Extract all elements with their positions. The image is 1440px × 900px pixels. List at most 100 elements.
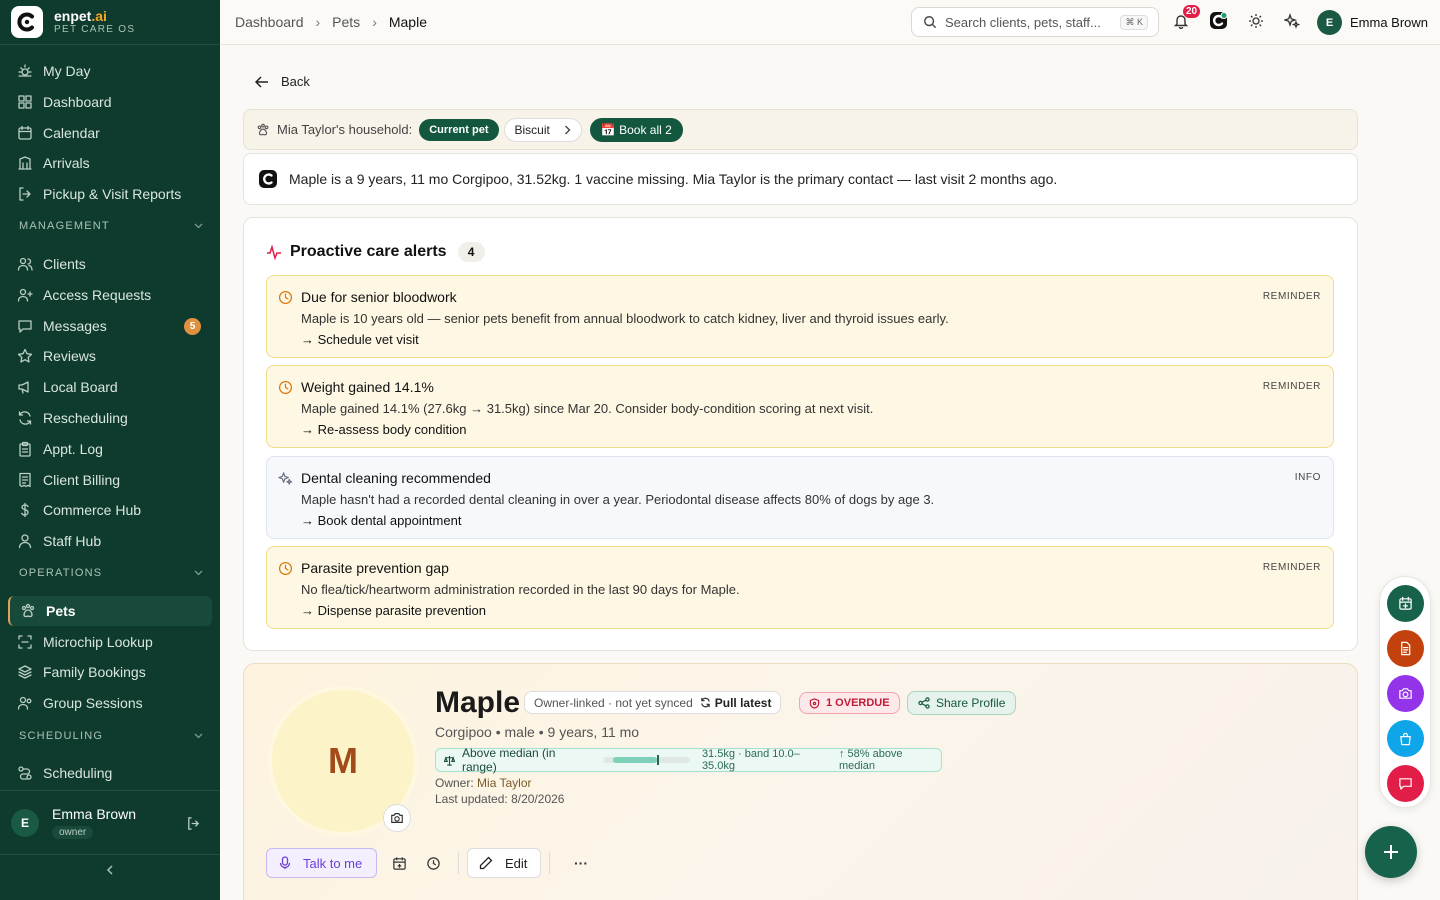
add-button[interactable]: [1365, 826, 1417, 878]
search-shortcut: ⌘ K: [1120, 15, 1148, 30]
sidebar: enpet.ai PET CARE OS My Day Dashboard Cale…: [0, 0, 220, 900]
sidebar-item-access-requests[interactable]: Access Requests: [8, 280, 212, 310]
grid-icon: [17, 94, 33, 110]
calendar-plus-icon: [1398, 596, 1413, 611]
quick-actions: [1379, 576, 1431, 808]
sidebar-item-family-bookings[interactable]: Family Bookings: [8, 657, 212, 687]
breadcrumb-pets[interactable]: Pets: [332, 14, 360, 30]
sidebar-item-dashboard[interactable]: Dashboard: [8, 87, 212, 117]
change-photo-button[interactable]: [383, 804, 411, 832]
quick-action-chat[interactable]: [1387, 765, 1424, 802]
camera-icon: [391, 813, 403, 823]
care-alert: Parasite prevention gap No flea/tick/hear…: [266, 545, 1334, 629]
quick-action-calendar-plus[interactable]: [1387, 585, 1424, 622]
sidebar-item-rescheduling[interactable]: Rescheduling: [8, 403, 212, 433]
owner-link[interactable]: Mia Taylor: [477, 776, 531, 790]
sun-icon[interactable]: [1248, 13, 1266, 31]
alert-tag: REMINDER: [1262, 291, 1321, 302]
alert-tag: REMINDER: [1262, 381, 1321, 393]
sidebar-item-arrivals[interactable]: Arrivals: [8, 148, 212, 178]
sidebar-item-staff-hub[interactable]: Staff Hub: [8, 526, 212, 556]
sidebar-item-messages[interactable]: Messages 5: [8, 311, 212, 341]
alert-description: Maple gained 14.1% (27.6kg → 31.5kg) sin…: [301, 401, 874, 417]
user-menu[interactable]: E Emma Brown: [1317, 10, 1428, 35]
sidebar-item-commerce-hub[interactable]: Commerce Hub: [8, 495, 212, 525]
sidebar-item-label: Scheduling: [43, 765, 113, 781]
profile-actions: Talk to me Edit ···: [266, 848, 598, 878]
current-pet-pill[interactable]: Current pet: [419, 118, 499, 141]
book-all-button[interactable]: 📅 Book all 2: [589, 117, 683, 142]
sidebar-item-group-sessions[interactable]: Group Sessions: [8, 688, 212, 718]
sidebar-item-pickup-visit-reports[interactable]: Pickup & Visit Reports: [8, 179, 212, 209]
collapse-sidebar-button[interactable]: [0, 864, 220, 876]
talk-to-me-button[interactable]: Talk to me: [266, 848, 377, 878]
section-header[interactable]: SCHEDULING: [19, 730, 203, 742]
logout-icon: [17, 186, 33, 202]
assistant-logo-icon: [259, 170, 277, 188]
document-icon: [1398, 641, 1413, 656]
sidebar-item-label: Clients: [43, 256, 86, 272]
staff-icon: [17, 533, 33, 549]
scan-icon: [17, 634, 33, 650]
alert-action-link[interactable]: → Book dental appointment: [301, 513, 1321, 528]
alerts-count: 4: [457, 242, 485, 262]
breadcrumb-dashboard[interactable]: Dashboard: [235, 14, 304, 30]
sidebar-user[interactable]: E Emma Brown owner: [0, 790, 220, 855]
sidebar-item-clients[interactable]: Clients: [8, 249, 212, 279]
sidebar-item-scheduling[interactable]: Scheduling: [8, 758, 212, 788]
sidebar-item-appt-log[interactable]: Appt. Log: [8, 434, 212, 464]
assistant-logo-icon[interactable]: [1210, 12, 1228, 30]
share-profile-button[interactable]: Share Profile: [907, 691, 1017, 715]
calendar-plus-icon[interactable]: [382, 848, 416, 878]
overdue-badge[interactable]: 1 OVERDUE: [799, 692, 900, 714]
history-icon[interactable]: [416, 848, 450, 878]
back-button[interactable]: Back: [255, 74, 310, 89]
quick-action-camera[interactable]: [1387, 675, 1424, 712]
scale-icon: [444, 755, 455, 766]
pet-profile-card: M Maple Owner-linked · not yet synced Pu…: [243, 663, 1358, 900]
logout-icon[interactable]: [186, 816, 201, 831]
pet-summary: Maple is a 9 years, 11 mo Corgipoo, 31.5…: [243, 153, 1358, 205]
care-alerts-panel: Proactive care alerts 4 Due for senior b…: [243, 217, 1358, 651]
chevron-down-icon: [194, 733, 203, 739]
section-header[interactable]: MANAGEMENT: [19, 220, 203, 232]
alert-action-link[interactable]: → Dispense parasite prevention: [301, 603, 1321, 618]
pull-latest-button[interactable]: Pull latest: [715, 696, 772, 710]
section-header[interactable]: OPERATIONS: [19, 567, 203, 579]
sidebar-item-label: Local Board: [43, 379, 118, 396]
alert-action-link[interactable]: → Schedule vet visit: [301, 332, 1321, 347]
pet-name: Maple: [435, 686, 521, 719]
brand[interactable]: enpet.ai PET CARE OS: [0, 0, 220, 45]
pencil-icon: [479, 856, 493, 870]
sidebar-item-client-billing[interactable]: Client Billing: [8, 465, 212, 495]
weight-status: Above median (in range) 31.5kg · band 10…: [435, 746, 942, 774]
sidebar-item-local-board[interactable]: Local Board: [8, 372, 212, 402]
plus-icon: [1384, 845, 1398, 859]
quick-action-bag[interactable]: [1387, 720, 1424, 757]
sparkles-icon[interactable]: [1284, 13, 1302, 31]
sidebar-item-my-day[interactable]: My Day: [8, 56, 212, 86]
star-icon: [17, 348, 33, 364]
alert-action-link[interactable]: → Re-assess body condition: [301, 422, 1321, 437]
sidebar-item-label: Client Billing: [43, 471, 121, 488]
pet-meta: Corgipoo • male • 9 years, 11 mo: [435, 724, 640, 740]
search-input[interactable]: Search clients, pets, staff... ⌘ K: [911, 7, 1159, 37]
sidebar-item-calendar[interactable]: Calendar: [8, 118, 212, 148]
sidebar-item-microchip-lookup[interactable]: Microchip Lookup: [8, 627, 212, 657]
brand-subtitle: PET CARE OS: [54, 24, 136, 36]
alert-description: No flea/tick/heartworm administration re…: [301, 581, 740, 597]
clock-icon: [278, 380, 293, 395]
sibling-pet-pill[interactable]: Biscuit: [503, 117, 582, 142]
receipt-icon: [17, 472, 33, 488]
more-options-button[interactable]: ···: [564, 848, 598, 878]
quick-action-document[interactable]: [1387, 630, 1424, 667]
sidebar-item-pets[interactable]: Pets: [8, 596, 212, 626]
section-label: MANAGEMENT: [19, 220, 110, 232]
alert-tag: INFO: [1294, 471, 1321, 483]
sidebar-item-label: Access Requests: [43, 286, 152, 303]
layers-icon: [17, 664, 33, 680]
sidebar-item-reviews[interactable]: Reviews: [8, 341, 212, 371]
paw-icon: [256, 123, 270, 137]
alert-tag: REMINDER: [1262, 561, 1321, 573]
edit-button[interactable]: Edit: [467, 848, 541, 878]
